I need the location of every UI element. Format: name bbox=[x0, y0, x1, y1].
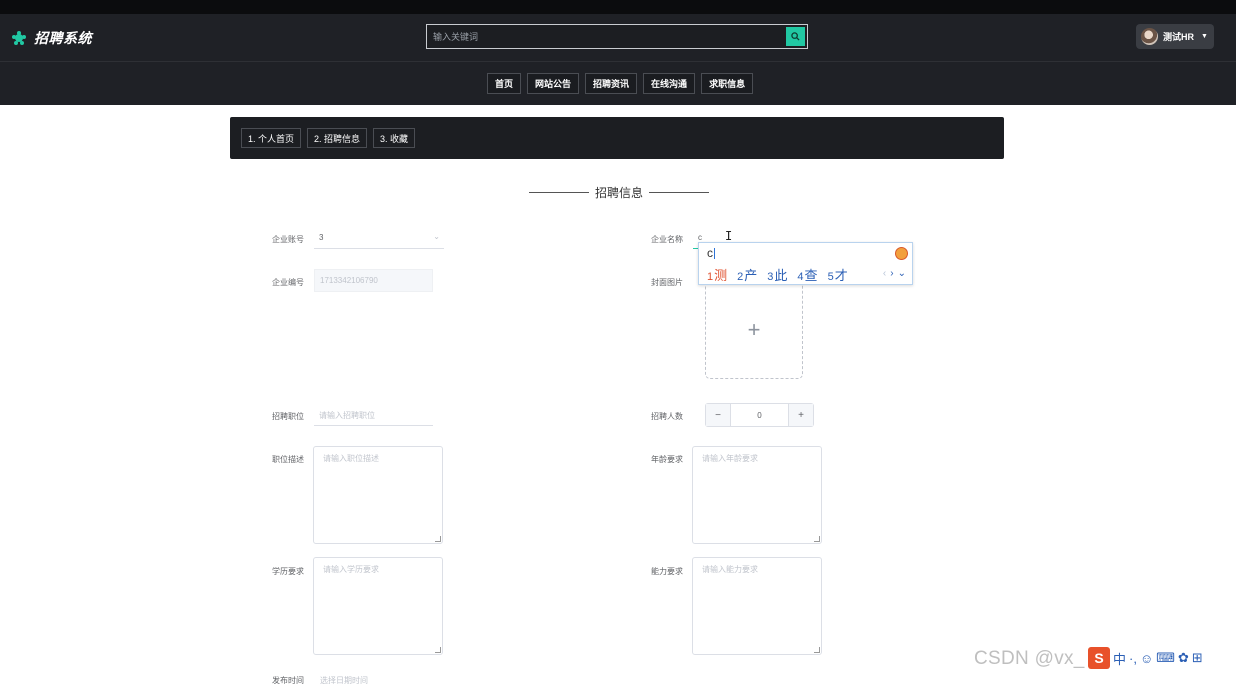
mouse-ibeam-cursor: I bbox=[725, 229, 733, 243]
company-code-label: 企业编号 bbox=[272, 278, 304, 287]
header: 招聘系统 测试HR ▼ bbox=[0, 14, 1236, 62]
resize-grip-icon[interactable] bbox=[814, 647, 820, 653]
headcount-stepper: − 0 + bbox=[705, 403, 814, 427]
subnav-favorites[interactable]: 3. 收藏 bbox=[373, 128, 416, 148]
punctuation-icon[interactable]: ·, bbox=[1129, 651, 1137, 666]
age-textarea[interactable]: 请输入年龄要求 bbox=[692, 446, 822, 544]
resize-grip-icon[interactable] bbox=[435, 647, 441, 653]
increment-button[interactable]: + bbox=[789, 404, 813, 426]
subnav-recruit-info[interactable]: 2. 招聘信息 bbox=[307, 128, 368, 148]
company-name-label: 企业名称 bbox=[651, 235, 683, 244]
ability-label: 能力要求 bbox=[651, 567, 683, 576]
ime-mode-icon[interactable]: 中 bbox=[1113, 649, 1126, 668]
divider-left bbox=[528, 191, 589, 193]
company-code-value: 1713342106790 bbox=[320, 276, 378, 285]
toolbox-icon[interactable]: ⊞ bbox=[1192, 650, 1203, 666]
chevron-down-icon[interactable]: ⌄ bbox=[898, 268, 906, 279]
search-input[interactable] bbox=[427, 25, 785, 48]
breadcrumb-bar: 1. 个人首页 2. 招聘信息 3. 收藏 bbox=[230, 117, 1004, 159]
ime-composition: c bbox=[707, 246, 715, 260]
skin-icon[interactable]: ✿ bbox=[1178, 650, 1189, 666]
ime-logo-icon[interactable] bbox=[895, 247, 908, 260]
nav-recruit-news[interactable]: 招聘资讯 bbox=[585, 73, 638, 94]
company-account-value: 3 bbox=[319, 233, 324, 242]
ime-candidate[interactable]: 3此 bbox=[767, 265, 787, 284]
chevron-right-icon[interactable]: › bbox=[890, 268, 893, 279]
ime-candidate[interactable]: 2产 bbox=[737, 265, 757, 284]
nav-announcements[interactable]: 网站公告 bbox=[527, 73, 580, 94]
ime-candidate-window: c 1测 2产 3此 4查 5才 ‹ › ⌄ bbox=[698, 242, 913, 285]
headcount-label: 招聘人数 bbox=[651, 412, 683, 421]
education-label: 学历要求 bbox=[272, 567, 304, 576]
ime-candidate[interactable]: 1测 bbox=[707, 265, 727, 284]
sogou-ime-icon[interactable]: S bbox=[1088, 647, 1110, 669]
ime-composition-text: c bbox=[707, 246, 713, 260]
publish-time-picker[interactable]: 选择日期时间 bbox=[320, 675, 368, 686]
education-textarea[interactable]: 请输入学历要求 bbox=[313, 557, 443, 655]
chevron-left-icon[interactable]: ‹ bbox=[883, 268, 886, 279]
company-account-select[interactable]: 3 ⌄ bbox=[314, 229, 444, 249]
ability-textarea[interactable]: 请输入能力要求 bbox=[692, 557, 822, 655]
resize-grip-icon[interactable] bbox=[814, 536, 820, 542]
divider-right bbox=[649, 191, 709, 193]
user-name: 测试HR bbox=[1163, 32, 1194, 42]
logo[interactable]: 招聘系统 bbox=[12, 28, 92, 48]
keyboard-icon[interactable]: ⌨ bbox=[1156, 650, 1175, 666]
publish-time-label: 发布时间 bbox=[272, 676, 304, 685]
age-placeholder: 请输入年龄要求 bbox=[702, 454, 758, 463]
chevron-down-icon: ⌄ bbox=[433, 232, 440, 241]
nav-home[interactable]: 首页 bbox=[487, 73, 522, 94]
position-placeholder: 请输入招聘职位 bbox=[319, 411, 375, 420]
ime-status-toolbar: S 中 ·, ☺ ⌨ ✿ ⊞ bbox=[1088, 646, 1236, 670]
company-name-value: c bbox=[698, 233, 702, 242]
user-menu[interactable]: 测试HR ▼ bbox=[1136, 24, 1214, 49]
education-placeholder: 请输入学历要求 bbox=[323, 565, 379, 574]
search-button[interactable] bbox=[786, 27, 805, 46]
subnav-personal-home[interactable]: 1. 个人首页 bbox=[241, 128, 302, 148]
avatar bbox=[1141, 28, 1158, 45]
watermark: CSDN @vx_ bbox=[974, 648, 1085, 669]
nav-online-chat[interactable]: 在线沟通 bbox=[643, 73, 696, 94]
position-label: 招聘职位 bbox=[272, 412, 304, 421]
headcount-value[interactable]: 0 bbox=[730, 404, 789, 426]
section-title: 招聘信息 bbox=[527, 183, 711, 201]
age-label: 年龄要求 bbox=[651, 455, 683, 464]
cover-upload[interactable]: + bbox=[705, 281, 803, 379]
description-label: 职位描述 bbox=[272, 455, 304, 464]
ime-candidate[interactable]: 4查 bbox=[797, 265, 817, 284]
ime-candidate[interactable]: 5才 bbox=[828, 265, 848, 284]
search-box bbox=[426, 24, 808, 49]
logo-icon bbox=[12, 31, 26, 45]
ability-placeholder: 请输入能力要求 bbox=[702, 565, 758, 574]
company-code-input: 1713342106790 bbox=[314, 269, 433, 292]
company-account-label: 企业账号 bbox=[272, 235, 304, 244]
window-top-strip bbox=[0, 0, 1236, 14]
decrement-button[interactable]: − bbox=[706, 404, 730, 426]
text-caret bbox=[714, 248, 715, 260]
nav-job-seeking[interactable]: 求职信息 bbox=[701, 73, 754, 94]
app-title: 招聘系统 bbox=[34, 30, 92, 46]
cover-image-label: 封面图片 bbox=[651, 278, 683, 287]
position-input[interactable]: 请输入招聘职位 bbox=[314, 405, 433, 426]
resize-grip-icon[interactable] bbox=[435, 536, 441, 542]
description-placeholder: 请输入职位描述 bbox=[323, 454, 379, 463]
emoji-icon[interactable]: ☺ bbox=[1140, 651, 1153, 666]
main-nav: 首页 网站公告 招聘资讯 在线沟通 求职信息 bbox=[0, 62, 1236, 105]
caret-down-icon: ▼ bbox=[1201, 33, 1208, 40]
plus-icon: + bbox=[747, 317, 761, 342]
search-icon bbox=[791, 32, 800, 41]
section-title-text: 招聘信息 bbox=[594, 185, 643, 200]
description-textarea[interactable]: 请输入职位描述 bbox=[313, 446, 443, 544]
